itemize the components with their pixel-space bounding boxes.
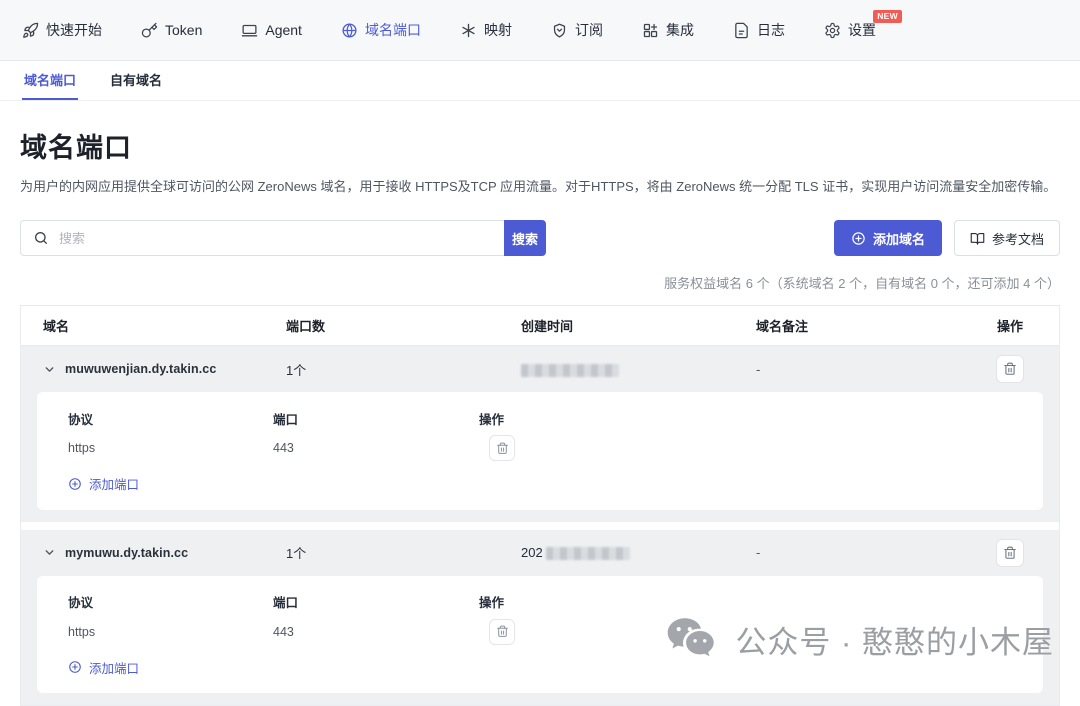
nav-label: Agent: [265, 22, 302, 38]
nav-item-mapping[interactable]: 映射: [460, 20, 512, 40]
book-icon: [970, 231, 985, 246]
tab-own-domain[interactable]: 自有域名: [108, 61, 164, 100]
domain-remark: -: [756, 545, 983, 560]
nav-label: Token: [165, 22, 202, 38]
globe-icon: [341, 22, 358, 39]
ports-header: 协议 端口 操作: [37, 405, 1043, 431]
add-port-link[interactable]: 添加端口: [68, 474, 139, 493]
ports-panel: 协议 端口 操作 https 443: [37, 576, 1043, 694]
port-count: 1个: [286, 360, 521, 379]
domain-table: 域名 端口数 创建时间 域名备注 操作 muwuwenjian.dy.takin…: [20, 305, 1060, 706]
nav-label: 日志: [757, 20, 785, 40]
nav-item-token[interactable]: Token: [141, 22, 202, 39]
plus-circle-icon: [851, 231, 866, 246]
toolbar: 搜索 添加域名 参考文档: [20, 220, 1060, 256]
ports-header: 协议 端口 操作: [37, 589, 1043, 615]
nav-item-domain-port[interactable]: 域名端口: [341, 20, 421, 40]
port-number: 443: [273, 441, 479, 455]
nav-item-agent[interactable]: Agent: [241, 22, 302, 39]
table-header: 域名 端口数 创建时间 域名备注 操作: [21, 306, 1059, 346]
key-icon: [141, 22, 158, 39]
gear-icon: [824, 22, 841, 39]
plus-circle-icon: [68, 660, 82, 674]
tab-domain-port[interactable]: 域名端口: [22, 61, 78, 100]
mapping-icon: [460, 22, 477, 39]
nav-label: 订阅: [575, 20, 603, 40]
domain-name: mymuwu.dy.takin.cc: [65, 546, 188, 560]
delete-domain-button[interactable]: [996, 539, 1024, 567]
search-group: 搜索: [20, 220, 546, 256]
port-protocol: https: [68, 441, 273, 455]
domain-row-group: mymuwu.dy.takin.cc 1个 202 - 协议 端口 操作: [21, 530, 1059, 706]
page-description: 为用户的内网应用提供全球可访问的公网 ZeroNews 域名，用于接收 HTTP…: [20, 176, 1060, 195]
port-protocol: https: [68, 625, 273, 639]
nav-item-subscribe[interactable]: 订阅: [551, 20, 603, 40]
quota-text: 服务权益域名 6 个（系统域名 2 个，自有域名 0 个，还可添加 4 个）: [20, 273, 1060, 292]
log-file-icon: [733, 22, 750, 39]
col-actions: 操作: [983, 316, 1037, 335]
chevron-down-icon[interactable]: [43, 363, 56, 376]
domain-row-group: muwuwenjian.dy.takin.cc 1个 - 协议 端口 操作: [21, 346, 1059, 522]
domain-remark: -: [756, 362, 983, 377]
nav-item-settings[interactable]: 设置 NEW: [824, 20, 876, 40]
nav-item-quick-start[interactable]: 快速开始: [22, 20, 102, 40]
created-at-redacted: 202: [521, 545, 756, 560]
top-nav: 快速开始 Token Agent 域名端口 映射 订阅 集成: [0, 0, 1080, 61]
nav-label: 集成: [666, 20, 694, 40]
search-button[interactable]: 搜索: [504, 220, 546, 256]
nav-item-integration[interactable]: 集成: [642, 20, 694, 40]
col-domain: 域名: [43, 316, 286, 335]
port-number: 443: [273, 625, 479, 639]
col-remark: 域名备注: [756, 316, 983, 335]
sub-col-actions: 操作: [479, 409, 1043, 428]
domain-name: muwuwenjian.dy.takin.cc: [65, 362, 216, 376]
delete-domain-button[interactable]: [996, 355, 1024, 383]
toolbar-right: 添加域名 参考文档: [834, 220, 1060, 256]
table-row: muwuwenjian.dy.takin.cc 1个 -: [21, 346, 1059, 392]
docs-label: 参考文档: [992, 229, 1044, 248]
nav-label: 映射: [484, 20, 512, 40]
plus-circle-icon: [68, 477, 82, 491]
page-title: 域名端口: [20, 126, 1060, 165]
port-row: https 443: [37, 431, 1043, 465]
sub-col-actions: 操作: [479, 592, 1043, 611]
sub-col-port: 端口: [273, 409, 479, 428]
nav-item-logs[interactable]: 日志: [733, 20, 785, 40]
col-port-count: 端口数: [286, 316, 521, 335]
nav-label: 域名端口: [365, 20, 421, 40]
col-created-at: 创建时间: [521, 316, 756, 335]
add-port-label: 添加端口: [89, 658, 139, 677]
tab-bar: 域名端口 自有域名: [0, 61, 1080, 101]
delete-port-button[interactable]: [489, 619, 515, 645]
sub-col-protocol: 协议: [68, 592, 273, 611]
port-row: https 443: [37, 615, 1043, 649]
table-row: mymuwu.dy.takin.cc 1个 202 -: [21, 530, 1059, 576]
add-domain-label: 添加域名: [873, 229, 925, 248]
main-content: 域名端口 为用户的内网应用提供全球可访问的公网 ZeroNews 域名，用于接收…: [0, 126, 1080, 706]
search-input[interactable]: [20, 220, 504, 256]
port-count: 1个: [286, 543, 521, 562]
docs-button[interactable]: 参考文档: [954, 220, 1060, 256]
laptop-icon: [241, 22, 258, 39]
nav-label: 快速开始: [46, 20, 102, 40]
delete-port-button[interactable]: [489, 435, 515, 461]
created-at-redacted: [521, 361, 756, 376]
ports-panel: 协议 端口 操作 https 443: [37, 392, 1043, 510]
sub-col-protocol: 协议: [68, 409, 273, 428]
add-port-label: 添加端口: [89, 474, 139, 493]
add-domain-button[interactable]: 添加域名: [834, 220, 942, 256]
search-icon: [33, 230, 49, 246]
subscribe-shield-icon: [551, 22, 568, 39]
nav-label: 设置: [848, 20, 876, 40]
rocket-icon: [22, 22, 39, 39]
sub-col-port: 端口: [273, 592, 479, 611]
new-badge: NEW: [873, 10, 902, 23]
chevron-down-icon[interactable]: [43, 546, 56, 559]
add-port-link[interactable]: 添加端口: [68, 658, 139, 677]
integration-grid-icon: [642, 22, 659, 39]
